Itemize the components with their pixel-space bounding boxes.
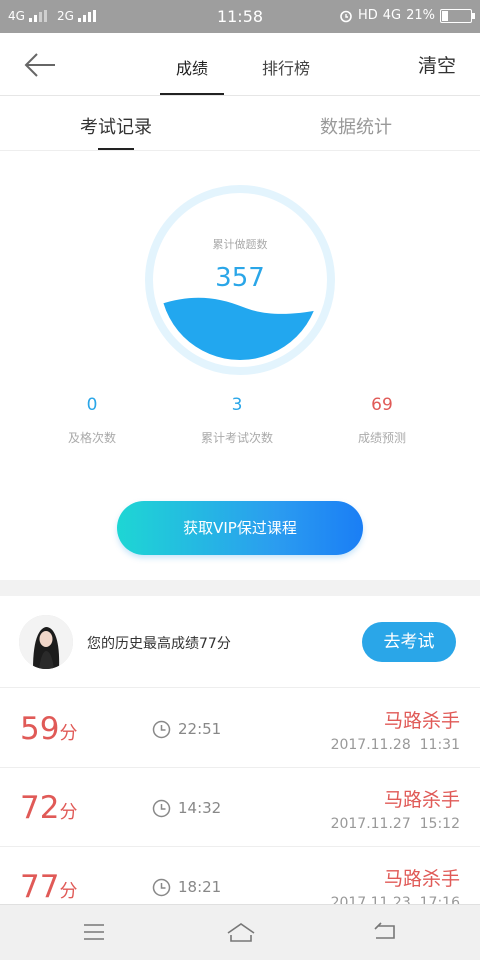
network-type-3: 4G <box>382 8 402 23</box>
stat-pass-count: 0 及格次数 <box>32 395 152 446</box>
stat-value: 69 <box>371 395 393 415</box>
menu-icon[interactable] <box>82 921 106 943</box>
tab-data-stats[interactable]: 数据统计 <box>320 113 392 139</box>
record-score: 72分 <box>20 790 78 826</box>
vip-course-button[interactable]: 获取VIP保过课程 <box>117 501 363 555</box>
best-score-bar: 您的历史最高成绩77分 去考试 <box>0 596 480 688</box>
clock-icon <box>152 799 171 818</box>
stat-exam-count: 3 累计考试次数 <box>177 395 297 446</box>
record-row[interactable]: 59分 22:51 马路杀手 2017.11.28 11:31 <box>0 689 480 768</box>
avatar <box>19 615 73 669</box>
status-bar: 4G 2G 11:58 HD 4G 21% <box>0 0 480 33</box>
record-nickname: 马路杀手 <box>383 710 460 732</box>
tab-score[interactable]: 成绩 <box>159 55 225 95</box>
record-duration: 18:21 <box>178 878 222 896</box>
home-icon[interactable] <box>225 921 257 945</box>
record-datetime: 2017.11.28 11:31 <box>330 737 460 753</box>
record-duration: 14:32 <box>178 799 222 817</box>
battery-icon <box>440 8 475 23</box>
battery-percent: 21% <box>406 8 435 23</box>
stat-label: 及格次数 <box>67 431 116 445</box>
title-bar: 成绩 排行榜 清空 <box>0 33 480 96</box>
total-questions-value: 357 <box>215 263 265 293</box>
record-row[interactable]: 72分 14:32 马路杀手 2017.11.27 15:12 <box>0 768 480 847</box>
back-arrow-icon[interactable] <box>22 51 58 79</box>
alarm-icon <box>340 10 352 22</box>
system-nav-bar <box>0 904 480 960</box>
stat-value: 3 <box>231 395 243 415</box>
total-questions-label: 累计做题数 <box>212 238 268 251</box>
record-duration: 22:51 <box>178 720 222 738</box>
section-divider <box>0 580 480 596</box>
sub-tabs: 考试记录 数据统计 <box>0 96 480 151</box>
take-exam-button[interactable]: 去考试 <box>362 622 456 662</box>
record-score: 77分 <box>20 869 78 905</box>
best-score-text: 您的历史最高成绩77分 <box>87 636 231 652</box>
stat-label: 累计考试次数 <box>200 431 273 445</box>
tab-ranking[interactable]: 排行榜 <box>262 55 310 79</box>
back-icon[interactable] <box>372 921 398 943</box>
clock-icon <box>152 720 171 739</box>
stat-score-prediction: 69 成绩预测 <box>322 395 442 446</box>
hd-label: HD <box>357 8 378 23</box>
record-score: 59分 <box>20 711 78 747</box>
record-datetime: 2017.11.27 15:12 <box>330 816 460 832</box>
tab-exam-records[interactable]: 考试记录 <box>80 113 152 150</box>
clear-button[interactable]: 清空 <box>418 51 456 78</box>
stat-label: 成绩预测 <box>357 431 406 445</box>
record-nickname: 马路杀手 <box>383 789 460 811</box>
stat-value: 0 <box>86 395 98 415</box>
clock-icon <box>152 878 171 897</box>
record-nickname: 马路杀手 <box>383 868 460 890</box>
